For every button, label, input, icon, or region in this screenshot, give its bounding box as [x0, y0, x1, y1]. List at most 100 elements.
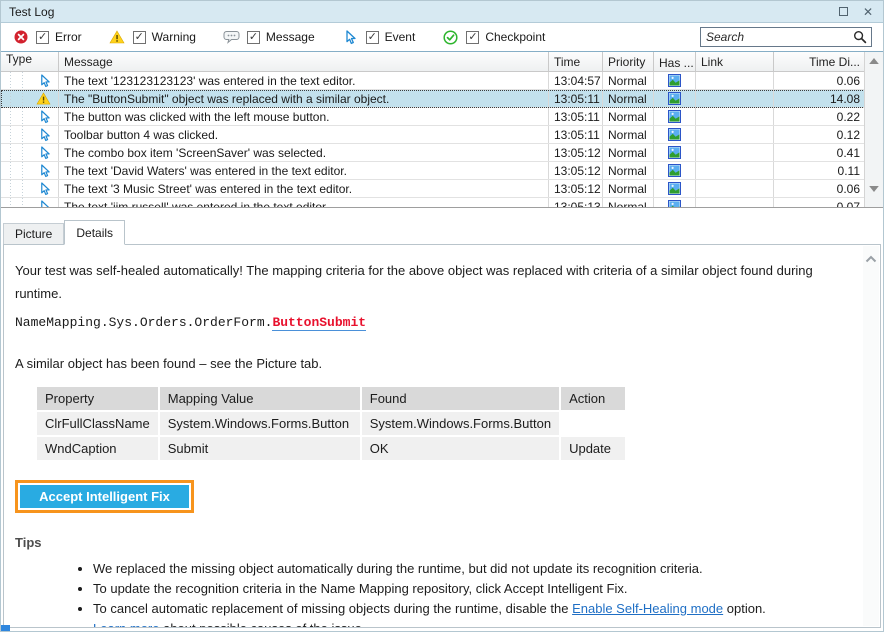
log-message: The combo box item 'ScreenSaver' was sel…: [59, 144, 549, 161]
self-healing-mode-link[interactable]: Enable Self-Healing mode: [572, 601, 723, 616]
criteria-cell: Submit: [160, 437, 360, 460]
log-row-partial[interactable]: The text 'jim russell' was entered in th…: [1, 198, 883, 208]
column-header-time-diff[interactable]: Time Di...: [774, 52, 866, 71]
tip-item: Learn more about possible causes of the …: [93, 619, 852, 628]
log-time-diff: 0.07: [774, 198, 866, 208]
log-row[interactable]: The text '123123123123' was entered in t…: [1, 72, 883, 90]
log-row[interactable]: The text 'David Waters' was entered in t…: [1, 162, 883, 180]
criteria-col-property: Property: [37, 387, 158, 410]
tips-heading: Tips: [15, 535, 852, 550]
accept-intelligent-fix-button[interactable]: Accept Intelligent Fix: [20, 485, 189, 508]
log-message: Toolbar button 4 was clicked.: [59, 126, 549, 143]
criteria-col-found: Found: [362, 387, 559, 410]
filter-message: Message: [223, 29, 315, 45]
details-scrollbar[interactable]: [863, 246, 879, 626]
column-header-message[interactable]: Message: [59, 52, 549, 71]
test-log-window: Test Log ✕ Error Warning Message Event: [0, 0, 884, 632]
log-priority: Normal: [603, 72, 654, 89]
criteria-row: WndCaption Submit OK Update: [37, 437, 625, 460]
log-row[interactable]: Toolbar button 4 was clicked. 13:05:11 N…: [1, 126, 883, 144]
column-header-link[interactable]: Link: [696, 52, 774, 71]
log-row[interactable]: The button was clicked with the left mou…: [1, 108, 883, 126]
column-header-type[interactable]: Type: [1, 52, 59, 71]
has-picture-icon: [654, 126, 696, 143]
mapping-object-link[interactable]: ButtonSubmit: [272, 315, 366, 331]
event-type-icon: [1, 126, 59, 143]
checkpoint-checkbox[interactable]: [466, 31, 479, 44]
column-header-has-picture[interactable]: Has ...: [654, 52, 696, 71]
log-time: 13:05:13: [549, 198, 603, 208]
log-link: [696, 180, 774, 197]
error-checkbox[interactable]: [36, 31, 49, 44]
titlebar: Test Log ✕: [1, 1, 883, 23]
accept-fix-highlight: Accept Intelligent Fix: [15, 480, 194, 513]
tab-zone: Picture Details: [1, 208, 883, 244]
log-priority: Normal: [603, 180, 654, 197]
log-time: 13:05:11: [549, 126, 603, 143]
event-checkbox[interactable]: [366, 31, 379, 44]
criteria-header-row: Property Mapping Value Found Action: [37, 387, 625, 410]
log-time-diff: 0.11: [774, 162, 866, 179]
tip-text: We replaced the missing object automatic…: [93, 561, 703, 576]
log-priority: Normal: [603, 198, 654, 208]
criteria-col-mapping-value: Mapping Value: [160, 387, 360, 410]
message-checkbox[interactable]: [247, 31, 260, 44]
search-icon: [853, 30, 867, 44]
warning-label: Warning: [152, 30, 196, 44]
resize-grip[interactable]: [1, 625, 10, 631]
search-input[interactable]: [701, 28, 853, 46]
filter-error: Error: [12, 29, 82, 45]
similar-object-text: A similar object has been found – see th…: [15, 356, 852, 371]
criteria-cell: [561, 412, 625, 435]
warning-type-icon: [1, 90, 59, 107]
tip-item: To update the recognition criteria in th…: [93, 579, 852, 599]
warning-checkbox[interactable]: [133, 31, 146, 44]
log-time-diff: 0.41: [774, 144, 866, 161]
chevron-up-icon[interactable]: [865, 255, 877, 263]
details-content: Your test was self-healed automatically!…: [15, 259, 852, 628]
log-time: 13:05:11: [549, 90, 603, 107]
log-priority: Normal: [603, 108, 654, 125]
has-picture-icon: [654, 162, 696, 179]
log-link: [696, 198, 774, 208]
event-type-icon: [1, 108, 59, 125]
log-table-body: The text '123123123123' was entered in t…: [1, 72, 883, 208]
log-row[interactable]: The text '3 Music Street' was entered in…: [1, 180, 883, 198]
has-picture-icon: [654, 198, 696, 208]
learn-more-link[interactable]: Learn more: [93, 621, 159, 628]
log-time: 13:05:12: [549, 180, 603, 197]
close-button[interactable]: ✕: [861, 5, 875, 19]
mapping-prefix: NameMapping.Sys.Orders.OrderForm.: [15, 315, 272, 330]
log-row-selected[interactable]: The "ButtonSubmit" object was replaced w…: [1, 90, 883, 108]
log-row[interactable]: The combo box item 'ScreenSaver' was sel…: [1, 144, 883, 162]
log-message: The text 'jim russell' was entered in th…: [59, 198, 549, 208]
float-icon: [839, 7, 848, 16]
filter-warning: Warning: [109, 29, 196, 45]
column-header-time[interactable]: Time: [549, 52, 603, 71]
criteria-cell: System.Windows.Forms.Button: [160, 412, 360, 435]
log-priority: Normal: [603, 144, 654, 161]
tab-picture[interactable]: Picture: [3, 223, 64, 244]
log-message: The text '3 Music Street' was entered in…: [59, 180, 549, 197]
tab-bar: Picture Details: [3, 220, 125, 244]
criteria-row: ClrFullClassName System.Windows.Forms.Bu…: [37, 412, 625, 435]
tab-details[interactable]: Details: [64, 220, 125, 245]
has-picture-icon: [654, 180, 696, 197]
log-message: The button was clicked with the left mou…: [59, 108, 549, 125]
tip-text: about possible causes of the issue.: [159, 621, 365, 628]
criteria-cell: System.Windows.Forms.Button: [362, 412, 559, 435]
log-time-diff: 14.08: [774, 90, 866, 107]
message-label: Message: [266, 30, 315, 44]
log-link: [696, 144, 774, 161]
tip-text: To update the recognition criteria in th…: [93, 581, 627, 596]
column-header-priority[interactable]: Priority: [603, 52, 654, 71]
checkpoint-label: Checkpoint: [485, 30, 545, 44]
scroll-down-icon[interactable]: [868, 184, 880, 194]
scroll-up-icon[interactable]: [868, 56, 880, 66]
log-link: [696, 72, 774, 89]
log-scrollbar[interactable]: [864, 52, 883, 207]
log-time: 13:05:12: [549, 162, 603, 179]
log-time-diff: 0.06: [774, 180, 866, 197]
log-priority: Normal: [603, 126, 654, 143]
float-window-button[interactable]: [836, 5, 850, 19]
